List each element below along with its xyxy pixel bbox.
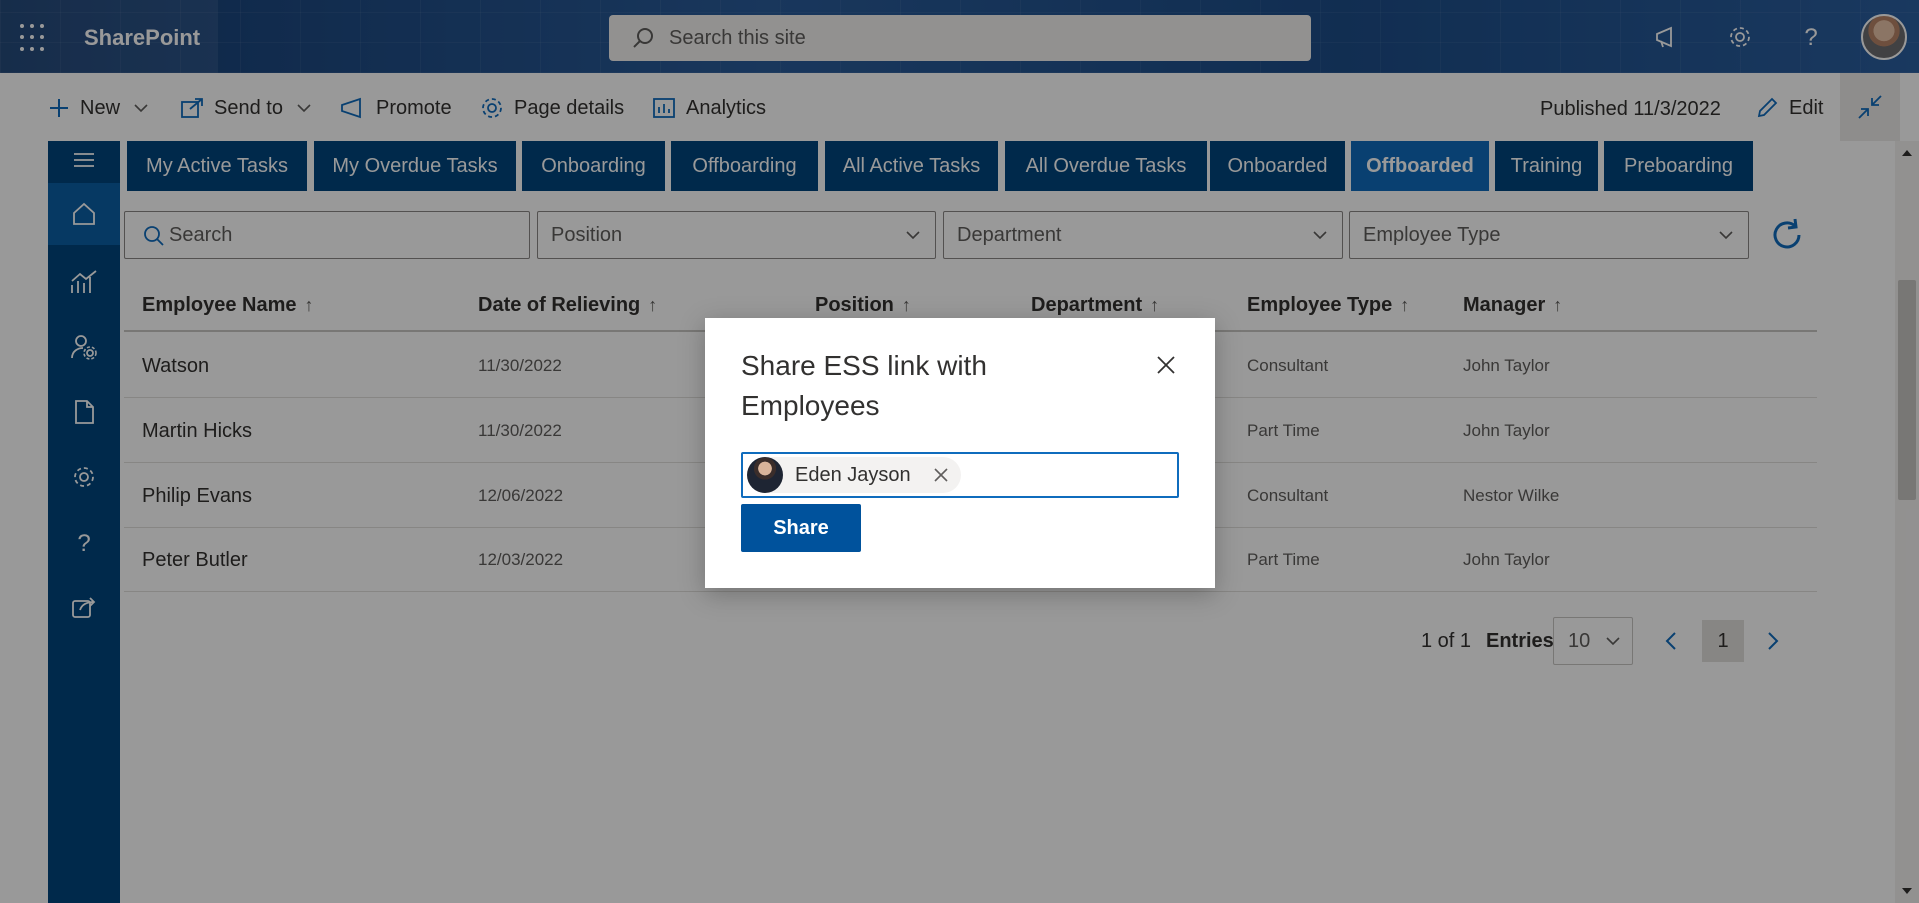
dialog-title: Share ESS link with Employees [741, 350, 987, 421]
share-button[interactable]: Share [741, 504, 861, 552]
share-ess-dialog: Share ESS link with Employees Eden Jayso… [705, 318, 1215, 588]
close-icon[interactable] [1151, 350, 1181, 380]
people-picker-input[interactable]: Eden Jayson [741, 452, 1179, 498]
selected-persona[interactable]: Eden Jayson [747, 457, 961, 493]
persona-name: Eden Jayson [795, 463, 911, 486]
persona-avatar [747, 457, 783, 493]
remove-persona-icon[interactable] [933, 467, 949, 483]
